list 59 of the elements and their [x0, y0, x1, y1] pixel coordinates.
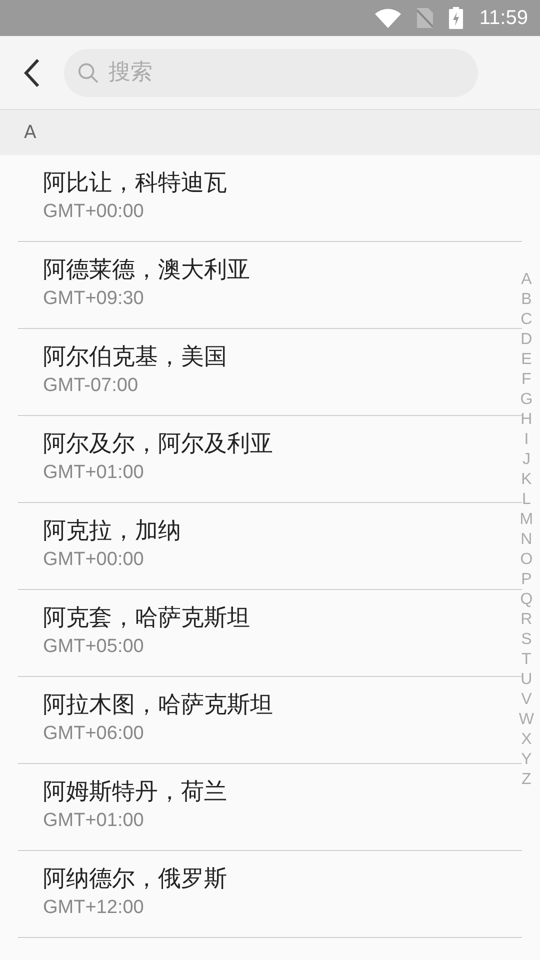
index-letter[interactable]: N	[520, 530, 532, 550]
index-letter[interactable]: V	[521, 690, 532, 710]
index-letter[interactable]: A	[521, 270, 532, 290]
city-name: 阿克套，哈萨克斯坦	[43, 604, 251, 633]
timezone-offset: GMT+12:00	[43, 896, 145, 920]
index-letter[interactable]: P	[521, 570, 532, 590]
index-letter[interactable]: X	[521, 730, 532, 750]
section-letter: A	[24, 121, 36, 145]
city-name: 阿克拉，加纳	[43, 518, 182, 546]
city-row[interactable]: 阿姆斯特丹，荷兰 GMT+01:00	[18, 764, 522, 851]
index-letter[interactable]: R	[520, 610, 532, 630]
city-name: 阿拉木图，哈萨克斯坦	[43, 692, 274, 720]
search-field[interactable]: 搜索	[64, 48, 478, 96]
city-name: 阿纳德尔，俄罗斯	[43, 866, 228, 894]
index-letter[interactable]: D	[520, 330, 532, 350]
index-letter[interactable]: S	[521, 630, 532, 650]
city-name: 阿尔及尔，阿尔及利亚	[43, 430, 274, 459]
index-letter[interactable]: L	[522, 490, 531, 510]
index-letter[interactable]: B	[521, 290, 532, 310]
index-letter[interactable]: M	[520, 510, 534, 530]
index-letter[interactable]: J	[522, 450, 530, 470]
clock-time: 11:59	[479, 6, 528, 31]
wifi-icon	[375, 8, 402, 28]
timezone-offset: GMT+00:00	[43, 200, 145, 224]
index-letter[interactable]: U	[520, 670, 532, 690]
city-row[interactable]: 阿尔伯克基，美国 GMT-07:00	[18, 329, 522, 416]
city-row[interactable]: 阿德莱德，澳大利亚 GMT+09:30	[18, 242, 522, 329]
city-row[interactable]: 阿克拉，加纳 GMT+00:00	[18, 503, 522, 590]
index-letter[interactable]: Z	[522, 770, 532, 790]
index-letter[interactable]: Y	[521, 750, 532, 770]
index-letter[interactable]: I	[524, 430, 529, 450]
index-letter[interactable]: C	[520, 310, 532, 330]
index-letter[interactable]: K	[521, 470, 532, 490]
index-letter[interactable]: Q	[520, 590, 533, 610]
city-name: 阿比让，科特迪瓦	[43, 170, 228, 198]
search-icon	[78, 62, 98, 84]
battery-charging-icon	[449, 7, 464, 29]
timezone-offset: GMT-07:00	[43, 374, 140, 398]
city-name: 阿德莱德，澳大利亚	[43, 256, 251, 285]
city-row[interactable]: 阿克套，哈萨克斯坦 GMT+05:00	[18, 590, 522, 677]
city-row[interactable]: 阿比让，科特迪瓦 GMT+00:00	[18, 155, 522, 242]
timezone-offset: GMT+01:00	[43, 808, 145, 833]
timezone-offset: GMT+09:30	[43, 286, 145, 311]
timezone-offset: GMT+01:00	[43, 460, 145, 485]
index-letter[interactable]: G	[520, 390, 533, 410]
back-icon[interactable]	[24, 58, 40, 88]
timezone-offset: GMT+06:00	[43, 722, 145, 746]
city-row[interactable]: 阿纳德尔，俄罗斯 GMT+12:00	[18, 851, 522, 938]
city-name: 阿姆斯特丹，荷兰	[43, 778, 228, 807]
city-row[interactable]: 阿尔及尔，阿尔及利亚 GMT+01:00	[18, 416, 522, 503]
index-letter[interactable]: H	[520, 410, 532, 430]
index-letter[interactable]: F	[522, 370, 532, 390]
timezone-offset: GMT+00:00	[43, 548, 145, 572]
index-letter[interactable]: T	[522, 650, 532, 670]
index-letter[interactable]: O	[520, 550, 533, 570]
no-sim-icon	[417, 8, 434, 28]
city-name: 阿尔伯克基，美国	[43, 344, 228, 372]
timezone-offset: GMT+05:00	[43, 634, 145, 659]
index-letter[interactable]: E	[521, 350, 532, 370]
